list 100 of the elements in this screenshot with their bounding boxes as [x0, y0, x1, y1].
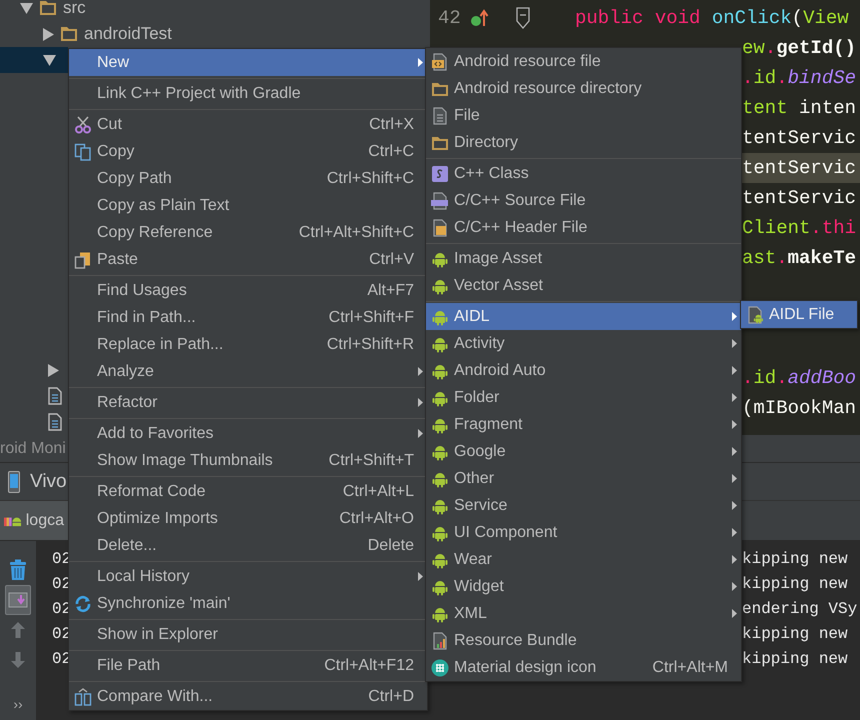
code-line: Client.thi — [742, 216, 858, 241]
menu-item[interactable]: XML — [426, 600, 741, 627]
menu-item[interactable]: Image Asset — [426, 245, 741, 272]
menu-item[interactable]: AIDL File — [741, 301, 857, 328]
menu-item[interactable]: Show Image Thumbnails Ctrl+Shift+T — [69, 447, 427, 474]
compare-icon — [74, 688, 92, 706]
menu-item[interactable]: C/C++ Header File — [426, 214, 741, 241]
log-text: kipping new — [742, 650, 849, 668]
shortcut-label: Ctrl+X — [368, 116, 414, 134]
menu-item[interactable]: Link C++ Project with Gradle — [69, 80, 427, 107]
submenu-arrow-icon — [732, 582, 737, 591]
submenu-arrow-icon — [732, 393, 737, 402]
tree-item[interactable]: androidTest — [0, 21, 430, 47]
log-text: kipping new — [742, 550, 849, 568]
menu-item[interactable]: Other — [426, 465, 741, 492]
submenu-arrow-icon — [732, 339, 737, 348]
tree-item[interactable] — [0, 47, 68, 73]
menu-item[interactable]: C++ Class — [426, 160, 741, 187]
submenu-arrow-icon — [732, 420, 737, 429]
code-line: tent inten — [742, 96, 858, 121]
menu-item[interactable]: Local History — [69, 563, 427, 590]
menu-item[interactable]: File Path Ctrl+Alt+F12 — [69, 652, 427, 679]
override-marker-icon — [470, 8, 490, 28]
menu-item[interactable]: Synchronize 'main' — [69, 590, 427, 617]
tree-item[interactable]: src — [0, 0, 430, 21]
menu-item[interactable]: Activity — [426, 330, 741, 357]
shortcut-label: Alt+F7 — [366, 282, 414, 300]
menu-item[interactable]: Delete... Delete — [69, 532, 427, 559]
folder-icon — [60, 26, 78, 42]
menu-item[interactable]: Refactor — [69, 389, 427, 416]
menu-item[interactable]: Copy Reference Ctrl+Alt+Shift+C — [69, 219, 427, 246]
menu-item[interactable]: Analyze — [69, 358, 427, 385]
shortcut-label: Ctrl+Alt+L — [342, 482, 414, 500]
menu-item[interactable]: Widget — [426, 573, 741, 600]
menu-item[interactable]: Copy as Plain Text — [69, 192, 427, 219]
menu-item[interactable]: Service — [426, 492, 741, 519]
menu-item[interactable]: Wear — [426, 546, 741, 573]
menu-item[interactable]: C/C++ Source File — [426, 187, 741, 214]
code-line: public void onClick(View — [575, 7, 849, 29]
header-file-icon — [431, 218, 449, 236]
menu-item[interactable]: Replace in Path... Ctrl+Shift+R — [69, 331, 427, 358]
menu-item[interactable]: Find in Path... Ctrl+Shift+F — [69, 304, 427, 331]
menu-item[interactable]: Android resource file — [426, 48, 741, 75]
panel-title: roid Moni — [0, 440, 66, 458]
menu-item[interactable]: Show in Explorer — [69, 621, 427, 648]
menu-item[interactable]: Android resource directory — [426, 75, 741, 102]
submenu-arrow-icon — [418, 429, 423, 438]
menu-item[interactable]: Find Usages Alt+F7 — [69, 277, 427, 304]
menu-item[interactable]: Copy Path Ctrl+Shift+C — [69, 165, 427, 192]
more-button[interactable]: ›› — [13, 696, 23, 712]
menu-item[interactable]: Resource Bundle — [426, 627, 741, 654]
phone-icon — [8, 470, 20, 492]
menu-item[interactable]: Directory — [426, 129, 741, 156]
submenu-arrow-icon — [732, 528, 737, 537]
menu-item[interactable]: File — [426, 102, 741, 129]
code-line: ew.getId() — [742, 36, 858, 61]
fold-icon — [516, 7, 530, 29]
menu-item[interactable]: Compare With... Ctrl+D — [69, 683, 427, 710]
menu-item[interactable]: Material design icon Ctrl+Alt+M — [426, 654, 741, 681]
submenu-arrow-icon — [418, 572, 423, 581]
submenu-arrow-icon — [418, 398, 423, 407]
menu-item[interactable]: Android Auto — [426, 357, 741, 384]
menu-item[interactable]: New — [69, 49, 427, 76]
shortcut-label: Ctrl+Shift+C — [326, 170, 414, 188]
scissors-icon — [74, 116, 92, 134]
submenu-arrow-icon — [732, 501, 737, 510]
sync-icon — [74, 594, 92, 612]
shortcut-label: Delete — [366, 536, 414, 554]
menu-item[interactable]: Folder — [426, 384, 741, 411]
menu-item[interactable]: Google — [426, 438, 741, 465]
menu-item[interactable]: Fragment — [426, 411, 741, 438]
menu-item[interactable]: Cut Ctrl+X — [69, 111, 427, 138]
log-text: endering VSy — [742, 600, 858, 618]
shortcut-label: Ctrl+Alt+O — [338, 510, 414, 528]
log-text: kipping new — [742, 574, 849, 592]
menu-item[interactable]: AIDL — [426, 303, 741, 330]
logcat-tab[interactable]: logca — [0, 501, 68, 540]
code-line: (mIBookMan — [742, 396, 858, 421]
submenu-arrow-icon — [732, 474, 737, 483]
menu-item[interactable]: Copy Ctrl+C — [69, 138, 427, 165]
menu-item[interactable]: Reformat Code Ctrl+Alt+L — [69, 478, 427, 505]
grid-icon — [431, 658, 449, 676]
shortcut-label: Ctrl+C — [367, 142, 414, 160]
menu-item[interactable]: Vector Asset — [426, 272, 741, 299]
menu-item[interactable]: Optimize Imports Ctrl+Alt+O — [69, 505, 427, 532]
file-icon — [48, 413, 62, 431]
submenu-arrow-icon — [732, 366, 737, 375]
menu-item[interactable]: Paste Ctrl+V — [69, 246, 427, 273]
shortcut-label: Ctrl+Shift+T — [328, 452, 414, 470]
menu-item[interactable]: UI Component — [426, 519, 741, 546]
code-line: ast.makeTe — [742, 246, 858, 271]
shortcut-label: Ctrl+Shift+R — [326, 336, 414, 354]
shortcut-label: Ctrl+V — [368, 250, 414, 268]
up-arrow-icon — [10, 621, 26, 639]
scroll-to-end-icon — [8, 591, 28, 609]
menu-item[interactable]: Add to Favorites — [69, 420, 427, 447]
clipboard-icon — [74, 250, 92, 268]
device-name: Vivo — [30, 470, 67, 492]
file-icon — [431, 106, 449, 124]
code-line: .id.bindSe — [742, 66, 858, 91]
